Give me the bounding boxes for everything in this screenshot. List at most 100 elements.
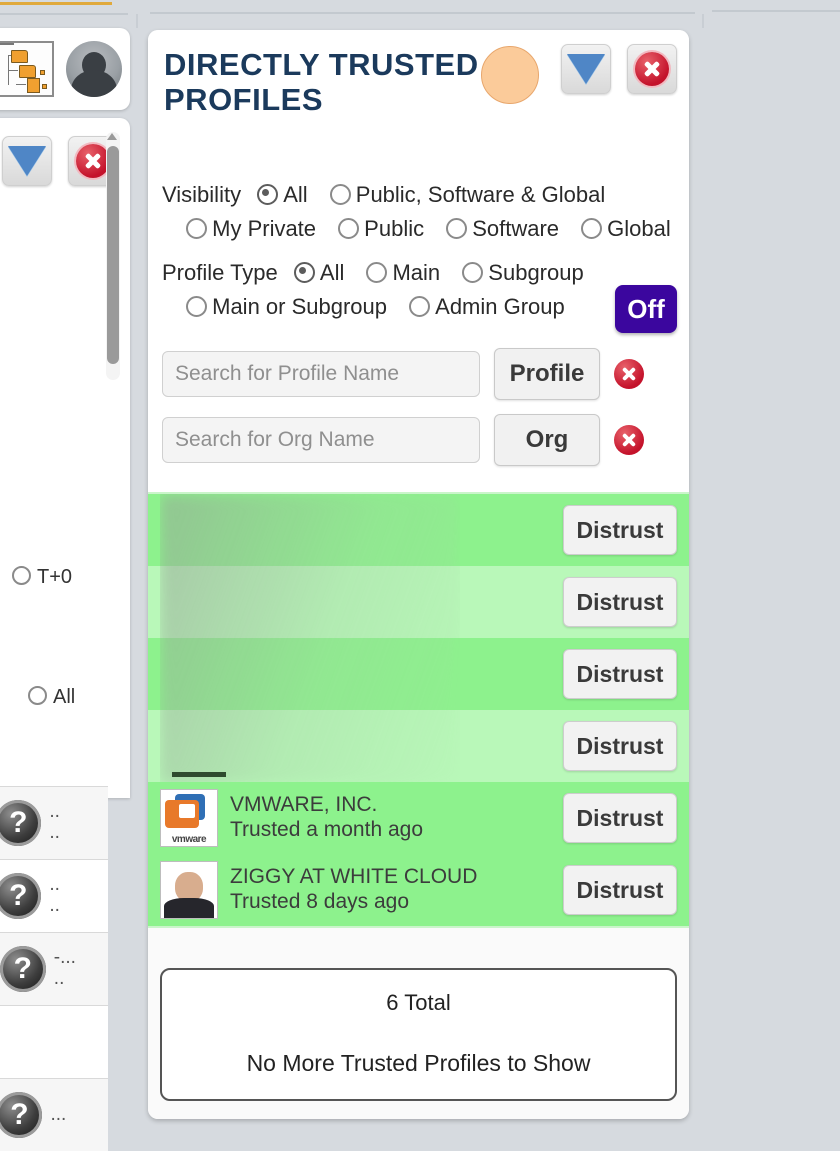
profile-subtitle: Trusted a month ago — [230, 818, 423, 841]
org-search-button[interactable]: Org — [494, 414, 600, 466]
radio-visibility-public[interactable]: Public — [338, 212, 424, 246]
red-x-icon — [635, 52, 669, 86]
redacted-content — [160, 566, 460, 638]
org-search-button-label: Org — [525, 426, 569, 453]
redacted-content — [160, 494, 460, 566]
radio-profiletype-main[interactable]: Main — [366, 256, 440, 290]
radio-icon — [338, 218, 360, 240]
radio-icon — [28, 686, 47, 705]
tab-divider-left — [0, 13, 128, 15]
red-x-icon — [76, 144, 110, 178]
tab-separator — [702, 14, 704, 28]
triangle-down-icon — [567, 54, 605, 84]
list-item-trailing: ... — [50, 1103, 67, 1125]
left-panel-list: PF ? .... EF ? .... %F ? -..... 06-19 1.… — [0, 786, 108, 1151]
list-item-trailing: .... — [49, 874, 60, 916]
question-mark-icon: ? — [0, 946, 46, 992]
radio-visibility-public-software-global[interactable]: Public, Software & Global — [329, 178, 605, 212]
radio-visibility-software[interactable]: Software — [446, 212, 559, 246]
list-item[interactable]: PF ? .... — [0, 786, 108, 859]
scroll-up-arrow-icon[interactable] — [107, 133, 117, 140]
distrust-button[interactable]: Distrust — [563, 721, 677, 771]
radio-visibility-all[interactable]: All — [257, 178, 308, 212]
radio-visibility-global[interactable]: Global — [581, 212, 671, 246]
profile-name: ZIGGY AT WHITE CLOUD — [230, 865, 478, 889]
table-row[interactable]: ZIGGY AT WHITE CLOUD Trusted 8 days ago … — [148, 854, 689, 926]
hierarchy-tree-icon[interactable] — [0, 41, 54, 97]
user-avatar-icon[interactable] — [66, 41, 122, 97]
radio-icon — [293, 262, 315, 284]
list-item[interactable]: 06-19 1...F5EE... — [0, 1005, 108, 1078]
distrust-button-label: Distrust — [576, 516, 664, 543]
page-title: DIRECTLY TRUSTED PROFILES — [164, 47, 479, 117]
radio-icon — [409, 296, 431, 318]
profile-type-label: Profile Type — [162, 260, 278, 286]
left-panel-header-buttons — [2, 136, 118, 186]
close-button[interactable] — [627, 44, 677, 94]
list-item-trailing: -..... — [53, 947, 76, 989]
distrust-button-label: Distrust — [576, 660, 664, 687]
visibility-row-2: My Private Public Software Global — [162, 212, 675, 246]
profile-name: VMWARE, INC. — [230, 793, 378, 817]
clear-profile-search-button[interactable] — [614, 359, 644, 389]
filter-funnel-button[interactable] — [561, 44, 611, 94]
tab-divider-center — [150, 12, 695, 14]
list-item[interactable]: HF ? ... — [0, 1078, 108, 1151]
profile-search-button-label: Profile — [509, 360, 585, 387]
empty-message: No More Trusted Profiles to Show — [246, 1050, 591, 1076]
table-row[interactable]: Distrust — [148, 566, 689, 638]
question-mark-icon: ? — [0, 800, 42, 846]
redacted-content — [160, 638, 460, 710]
visibility-label: Visibility — [162, 182, 242, 207]
scrollbar-thumb[interactable] — [107, 146, 119, 364]
off-toggle-label: Off — [627, 293, 665, 324]
filter-funnel-button[interactable] — [2, 136, 52, 186]
directly-trusted-profiles-dialog: DIRECTLY TRUSTED PROFILES Visibility All… — [148, 30, 689, 1119]
redacted-underline — [172, 772, 226, 777]
list-item[interactable]: %F ? -..... — [0, 932, 108, 1005]
radio-profiletype-subgroup[interactable]: Subgroup — [462, 256, 584, 290]
visibility-row-1: Visibility All Public, Software & Global — [162, 178, 675, 212]
off-toggle-button[interactable]: Off — [615, 285, 677, 333]
left-radio-tplus0[interactable]: T+0 — [12, 566, 72, 589]
distrust-button-label: Distrust — [576, 732, 664, 759]
profile-subtitle: Trusted 8 days ago — [230, 890, 409, 913]
radio-visibility-my-private[interactable]: My Private — [186, 212, 316, 246]
list-item[interactable]: EF ? .... — [0, 859, 108, 932]
org-search-input[interactable] — [162, 417, 480, 463]
left-radio-all[interactable]: All — [28, 686, 75, 709]
profile-search-input[interactable] — [162, 351, 480, 397]
profile-type-row-1: Profile Type All Main Subgroup — [162, 256, 675, 290]
table-row[interactable]: vmware VMWARE, INC. Trusted a month ago … — [148, 782, 689, 854]
table-row[interactable]: Distrust — [148, 710, 689, 782]
list-item-trailing: .... — [49, 801, 60, 843]
radio-icon — [257, 184, 279, 205]
row-meta: ZIGGY AT WHITE CLOUD Trusted 8 days ago — [230, 865, 477, 915]
tab-separator — [136, 14, 138, 28]
distrust-button[interactable]: Distrust — [563, 793, 677, 843]
profile-search-row: Profile — [162, 348, 677, 400]
left-side-panel: eport Export usted ccurance T+0 s Found … — [0, 118, 130, 798]
trusted-profiles-list: Distrust Distrust Distrust Distrust vmwa… — [148, 492, 689, 928]
table-row[interactable]: Distrust — [148, 494, 689, 566]
radio-profiletype-admin-group[interactable]: Admin Group — [409, 290, 565, 324]
tab-divider-right — [712, 10, 840, 12]
active-tab-indicator — [0, 2, 112, 5]
clear-org-search-button[interactable] — [614, 425, 644, 455]
distrust-button[interactable]: Distrust — [563, 649, 677, 699]
status-badge — [481, 46, 539, 104]
dialog-header-buttons — [561, 44, 677, 94]
radio-profiletype-all[interactable]: All — [293, 256, 344, 290]
org-search-row: Org — [162, 414, 677, 466]
distrust-button[interactable]: Distrust — [563, 577, 677, 627]
distrust-button[interactable]: Distrust — [563, 865, 677, 915]
table-row[interactable]: Distrust — [148, 638, 689, 710]
radio-profiletype-main-or-subgroup[interactable]: Main or Subgroup — [186, 290, 387, 324]
filter-controls: Visibility All Public, Software & Global… — [162, 178, 675, 324]
profile-search-button[interactable]: Profile — [494, 348, 600, 400]
radio-icon — [446, 218, 468, 240]
question-mark-icon: ? — [0, 873, 42, 919]
distrust-button[interactable]: Distrust — [563, 505, 677, 555]
left-toolbar-window — [0, 28, 130, 110]
profile-type-row-2: Main or Subgroup Admin Group — [162, 290, 675, 324]
